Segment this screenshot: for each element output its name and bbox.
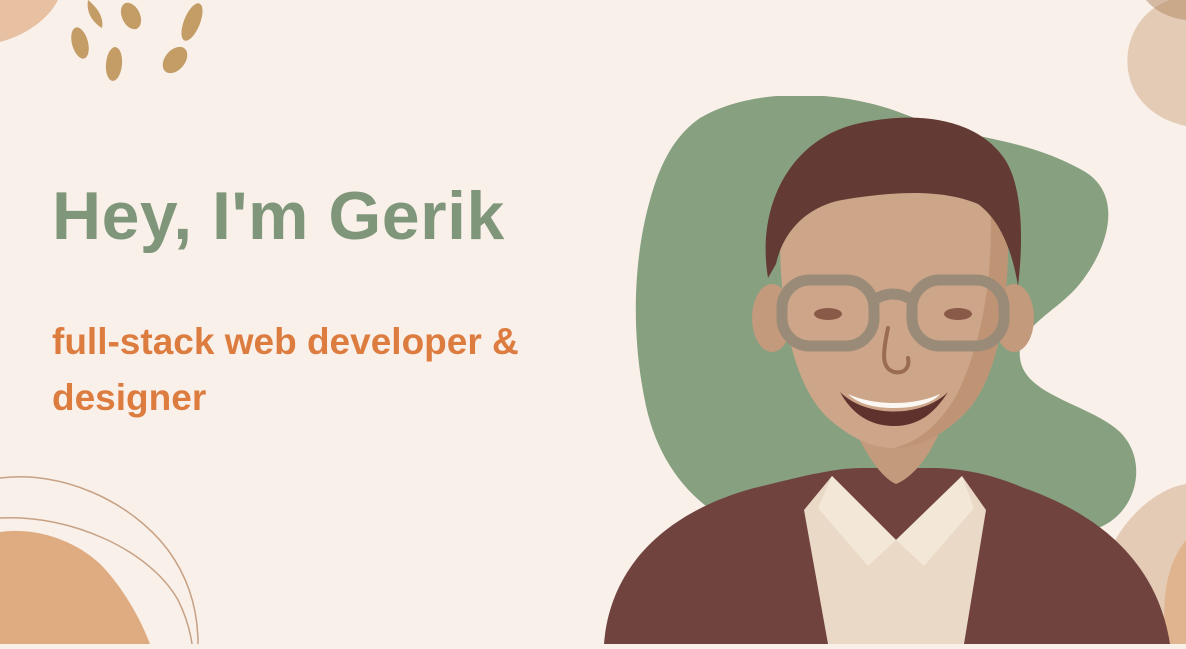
decorative-shape-bottom-left bbox=[0, 476, 199, 644]
portrait bbox=[604, 95, 1186, 644]
hero-section: Hey, I'm Gerik full-stack web developer … bbox=[0, 0, 1186, 644]
leaf-cluster-icon bbox=[0, 0, 203, 81]
portrait-illustration bbox=[604, 95, 1170, 644]
hero-tagline: full-stack web developer & designer bbox=[52, 321, 519, 418]
hero-headline: Hey, I'm Gerik bbox=[52, 178, 505, 254]
